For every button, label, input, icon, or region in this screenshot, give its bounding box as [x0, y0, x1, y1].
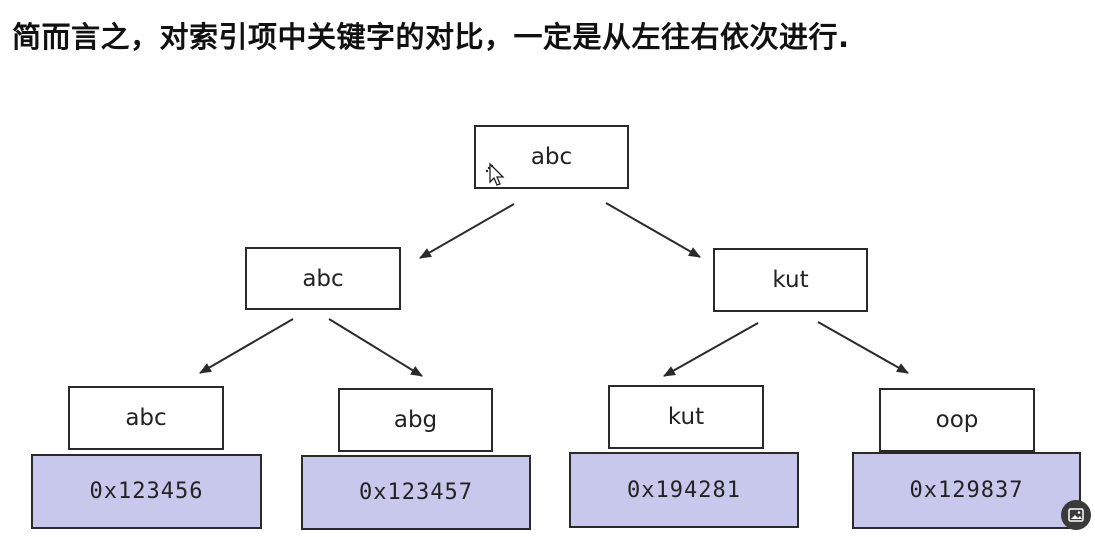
leaf2-key-node: abg — [338, 388, 493, 452]
level1-right-node: kut — [713, 248, 868, 312]
level1-left-label: abc — [302, 265, 344, 292]
leaf1-key-label: abc — [125, 405, 167, 431]
edge-left-to-leaf2 — [328, 318, 423, 377]
edge-left-to-leaf1 — [199, 318, 294, 374]
edge-right-to-leaf3 — [663, 322, 759, 377]
root-node-label: abc — [530, 144, 573, 170]
leaf1-address-value: 0x123456 — [89, 479, 204, 504]
leaf2-key-label: abg — [393, 407, 438, 433]
leaf4-key-node: oop — [879, 388, 1035, 452]
edge-right-to-leaf4 — [817, 321, 909, 374]
image-icon-button[interactable] — [1061, 500, 1091, 530]
leaf4-address-value: 0x129837 — [909, 478, 1024, 503]
leaf3-key-label: kut — [667, 404, 705, 430]
edge-root-to-left — [419, 203, 515, 259]
level1-right-label: kut — [772, 267, 809, 293]
leaf1-key-node: abc — [68, 386, 224, 450]
leaf3-address-value: 0x194281 — [627, 477, 741, 503]
leaf3-key-node: kut — [608, 385, 764, 449]
move-cursor-icon — [484, 162, 506, 188]
image-icon — [1068, 508, 1084, 522]
diagram-canvas: 简而言之，对索引项中关键字的对比，一定是从左往右依次进行. abc abc ku… — [0, 0, 1095, 537]
leaf2-address-value: 0x123457 — [359, 480, 473, 505]
leaf4-key-label: oop — [935, 407, 979, 433]
leaf1-address-box: 0x123456 — [31, 454, 262, 529]
leaf4-address-box: 0x129837 — [852, 452, 1081, 529]
edge-root-to-right — [605, 202, 701, 258]
level1-left-node: abc — [245, 247, 401, 310]
leaf3-address-box: 0x194281 — [569, 452, 799, 528]
leaf2-address-box: 0x123457 — [301, 455, 531, 530]
